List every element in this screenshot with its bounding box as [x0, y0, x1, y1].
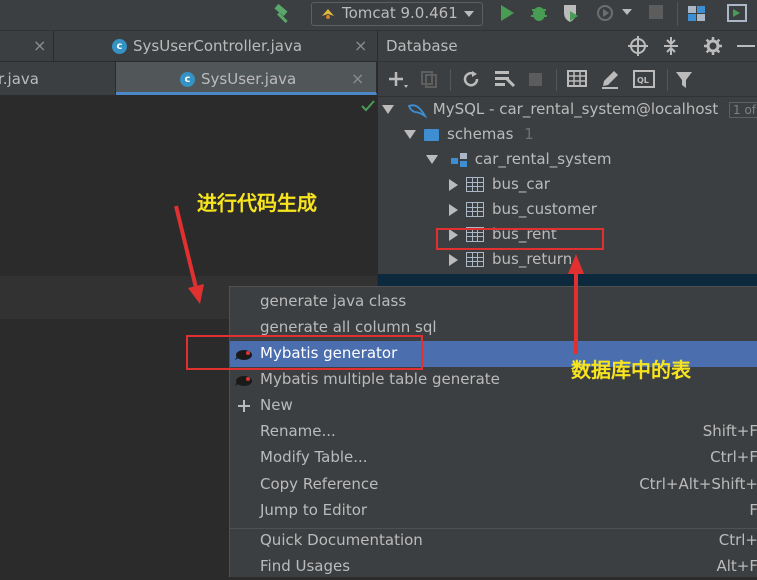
tab-label: r.java [0, 70, 39, 88]
panel-title: Database [386, 37, 458, 55]
folder-icon [424, 128, 439, 141]
editor-tabs-row-2: r.java c SysUser.java × [0, 62, 377, 95]
table-icon [466, 252, 484, 267]
profiler-icon[interactable] [596, 3, 616, 23]
project-structure-icon[interactable] [687, 3, 707, 23]
connection-count-badge: 1 of 7 [729, 101, 757, 118]
schemas-count: 1 [524, 125, 534, 143]
refresh-icon[interactable] [462, 70, 480, 88]
collapse-all-icon[interactable] [663, 36, 679, 56]
collapsed-arrow-icon[interactable] [449, 178, 458, 191]
table-label: bus_customer [492, 200, 597, 218]
expand-arrow-icon[interactable] [426, 155, 438, 164]
highlight-box-bus-rent [436, 228, 604, 250]
add-icon[interactable] [388, 70, 410, 92]
run-configuration-select[interactable]: Tomcat 9.0.461 [311, 2, 483, 26]
chevron-down-icon [464, 11, 474, 17]
table-icon [466, 177, 484, 192]
collapsed-arrow-icon[interactable] [449, 203, 458, 216]
java-class-icon: c [112, 39, 127, 54]
table-icon [466, 202, 484, 217]
toolbar-divider [556, 69, 557, 91]
tab-label: SysUser.java [201, 70, 297, 88]
database-panel-header: Database [378, 31, 757, 62]
table-view-icon[interactable] [567, 70, 587, 88]
close-icon[interactable]: × [33, 36, 46, 55]
expand-arrow-icon[interactable] [382, 105, 394, 114]
table-label: bus_car [492, 175, 550, 193]
build-hammer-icon[interactable] [272, 3, 294, 25]
edit-pencil-icon[interactable] [600, 69, 620, 89]
menu-item-copy-reference[interactable]: Copy Reference Ctrl+Alt+Shift+ [230, 472, 757, 498]
schema-label: car_rental_system [474, 150, 612, 168]
mysql-dolphin-icon [407, 103, 428, 119]
menu-item-rename[interactable]: Rename... Shift+F [230, 419, 757, 445]
run-configuration-label: Tomcat 9.0.461 [342, 4, 458, 22]
menu-item-modify-table[interactable]: Modify Table... Ctrl+F [230, 445, 757, 471]
tab-label: SysUserController.java [133, 37, 303, 55]
chevron-down-icon[interactable] [622, 9, 632, 15]
context-menu: generate java class generate all column … [229, 286, 757, 577]
schemas-label: schemas [447, 125, 514, 143]
connection-label: MySQL - car_rental_system@localhost [432, 100, 719, 118]
run-anything-icon[interactable] [727, 3, 747, 23]
coverage-icon[interactable] [561, 3, 581, 23]
duplicate-icon[interactable] [420, 70, 438, 88]
tree-item-table[interactable]: bus_return [449, 250, 572, 274]
svg-text:QL: QL [637, 76, 649, 85]
mybatis-bird-icon [235, 376, 252, 386]
stop-icon[interactable] [529, 73, 542, 86]
database-toolbar: QL [378, 62, 757, 97]
tab-sysuser[interactable]: c SysUser.java × [116, 62, 377, 95]
menu-item-jump-to-editor[interactable]: Jump to Editor F [230, 498, 757, 524]
annotation-database-tables: 数据库中的表 [571, 358, 691, 382]
toolbar-divider [450, 69, 451, 91]
stop-icon[interactable] [649, 5, 663, 19]
tree-item-table[interactable]: bus_car [449, 175, 550, 199]
annotation-generate-code: 进行代码生成 [197, 191, 317, 215]
debug-bug-icon[interactable] [529, 3, 549, 23]
menu-item-find-usages[interactable]: Find Usages Alt+F [230, 554, 757, 580]
schema-icon [450, 152, 467, 167]
plus-icon [238, 400, 250, 412]
gear-icon[interactable] [703, 36, 723, 56]
tomcat-icon [322, 9, 334, 19]
tree-item-schemas[interactable]: schemas 1 [404, 125, 534, 149]
expand-arrow-icon[interactable] [404, 130, 416, 139]
table-label: bus_return [492, 250, 573, 268]
tab-sysusercontroller[interactable]: c SysUserController.java × [54, 31, 378, 61]
tree-item-schema[interactable]: car_rental_system [426, 150, 611, 174]
menu-item-new[interactable]: New [230, 393, 757, 419]
tree-item-table[interactable]: bus_customer [449, 200, 597, 224]
red-arrow-icon [568, 254, 584, 354]
schema-settings-icon[interactable] [494, 69, 516, 89]
close-icon[interactable]: × [354, 36, 367, 55]
java-class-icon: c [180, 72, 195, 87]
close-icon[interactable]: × [351, 69, 364, 88]
toolbar-divider [677, 2, 678, 26]
menu-item-quick-documentation[interactable]: Quick Documentation Ctrl+ [230, 528, 757, 554]
sql-console-icon[interactable]: QL [633, 70, 655, 88]
toolbar-divider [667, 69, 668, 91]
menu-item-generate-java-class[interactable]: generate java class [230, 289, 757, 315]
collapsed-arrow-icon[interactable] [449, 253, 458, 266]
main-toolbar: Tomcat 9.0.461 [0, 0, 757, 31]
highlight-box-mybatis-generator [186, 335, 423, 370]
inspection-ok-checkmark-icon [361, 100, 375, 112]
run-icon[interactable] [499, 4, 515, 22]
tab-partial-java[interactable]: r.java [0, 62, 116, 95]
crosshair-icon[interactable] [628, 36, 648, 56]
red-arrow-icon [174, 205, 204, 304]
editor-tabs-row-1: × c SysUserController.java × [0, 31, 378, 62]
tree-item-connection[interactable]: MySQL - car_rental_system@localhost 1 of… [382, 100, 757, 124]
editor-tab-partial[interactable]: × [0, 31, 54, 61]
filter-icon[interactable] [675, 71, 693, 89]
minimize-icon[interactable] [737, 45, 755, 47]
